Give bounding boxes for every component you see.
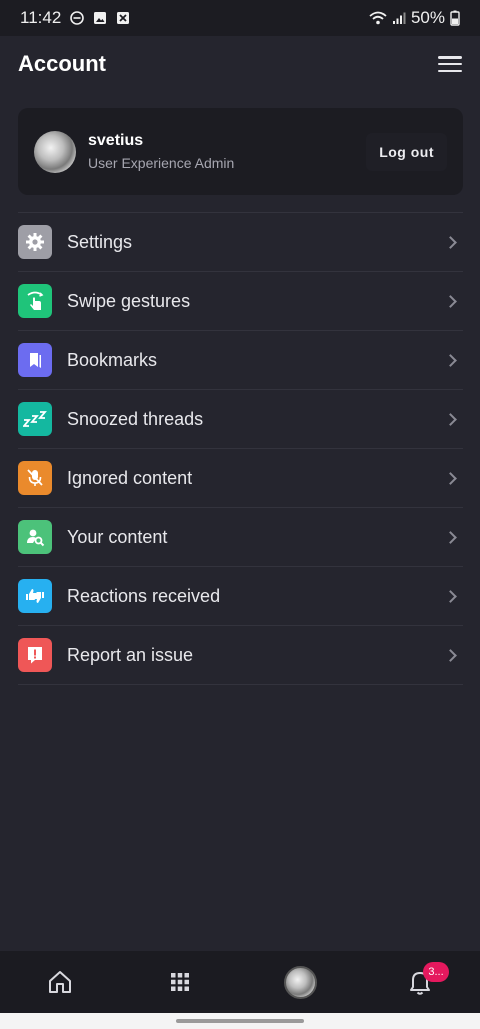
- gallery-icon: [94, 12, 107, 24]
- nav-apps[interactable]: [150, 957, 210, 1007]
- menu-item-label: Snoozed threads: [67, 408, 204, 429]
- bookmark-icon: [18, 343, 52, 377]
- menu-item-label: Swipe gestures: [67, 290, 191, 311]
- system-gesture-bar: [0, 1013, 480, 1029]
- status-left: 11:42: [20, 8, 130, 28]
- home-gesture-handle[interactable]: [176, 1019, 304, 1023]
- logout-button[interactable]: Log out: [366, 132, 447, 171]
- battery-percent: 50%: [410, 8, 445, 27]
- menu-item-label: Reactions received: [67, 585, 221, 606]
- mic-off-icon: [18, 461, 52, 495]
- signal-icon: [392, 12, 406, 24]
- profile-role: User Experience Admin: [88, 155, 235, 171]
- menu-line: [438, 62, 462, 66]
- snooze-icon: [18, 402, 52, 436]
- report-icon: [18, 638, 52, 672]
- avatar[interactable]: [34, 130, 76, 173]
- menu-item-label: Your content: [67, 526, 168, 547]
- page-title: Account: [18, 51, 106, 76]
- bottom-nav: 3...: [0, 951, 480, 1013]
- menu-item-bookmarks[interactable]: Bookmarks: [18, 331, 463, 390]
- menu-item-snoozed-threads[interactable]: Snoozed threads: [18, 390, 463, 449]
- menu-line: [438, 69, 462, 72]
- grid-icon: [171, 973, 189, 991]
- status-right: 50%: [369, 8, 460, 28]
- sim-blocked-icon: [117, 12, 130, 24]
- chevron-right-icon: [444, 471, 457, 485]
- swipe-hand-icon: [18, 284, 52, 318]
- profile-text: svetius User Experience Admin: [88, 132, 234, 171]
- status-time: 11:42: [20, 8, 62, 27]
- app-header: Account: [0, 36, 480, 92]
- menu-item-swipe-gestures[interactable]: Swipe gestures: [18, 272, 463, 331]
- nav-account[interactable]: [270, 957, 330, 1007]
- wifi-icon: [369, 11, 387, 25]
- menu-item-ignored-content[interactable]: Ignored content: [18, 449, 463, 508]
- chevron-right-icon: [444, 648, 457, 662]
- gear-icon: [18, 225, 52, 259]
- notification-badge: 3...: [423, 962, 449, 982]
- chevron-right-icon: [444, 412, 457, 426]
- battery-icon: [450, 10, 460, 26]
- do-not-disturb-icon: [70, 11, 85, 25]
- account-menu-list: Settings Swipe gestures Bookmarks Snooze…: [18, 212, 463, 685]
- home-icon: [49, 971, 71, 993]
- hamburger-menu-button[interactable]: [438, 54, 462, 74]
- nav-home[interactable]: [30, 957, 90, 1007]
- menu-item-report-an-issue[interactable]: Report an issue: [18, 626, 463, 685]
- profile-card: svetius User Experience Admin Log out: [18, 108, 463, 195]
- profile-username[interactable]: svetius: [88, 132, 234, 150]
- chevron-right-icon: [444, 294, 457, 308]
- status-bar: 11:42 50%: [0, 0, 480, 36]
- chevron-right-icon: [444, 530, 457, 544]
- menu-item-settings[interactable]: Settings: [18, 213, 463, 272]
- chevron-right-icon: [444, 589, 457, 603]
- menu-item-label: Report an issue: [67, 644, 194, 665]
- avatar: [283, 965, 317, 999]
- chevron-right-icon: [444, 353, 457, 367]
- menu-item-label: Settings: [67, 231, 133, 252]
- thumbs-icon: [18, 579, 52, 613]
- menu-item-label: Ignored content: [67, 467, 193, 488]
- menu-item-your-content[interactable]: Your content: [18, 508, 463, 567]
- menu-item-reactions-received[interactable]: Reactions received: [18, 567, 463, 626]
- user-search-icon: [18, 520, 52, 554]
- menu-line: [438, 56, 462, 59]
- chevron-right-icon: [444, 235, 457, 249]
- nav-notifications[interactable]: 3...: [390, 957, 450, 1007]
- menu-item-label: Bookmarks: [67, 349, 158, 370]
